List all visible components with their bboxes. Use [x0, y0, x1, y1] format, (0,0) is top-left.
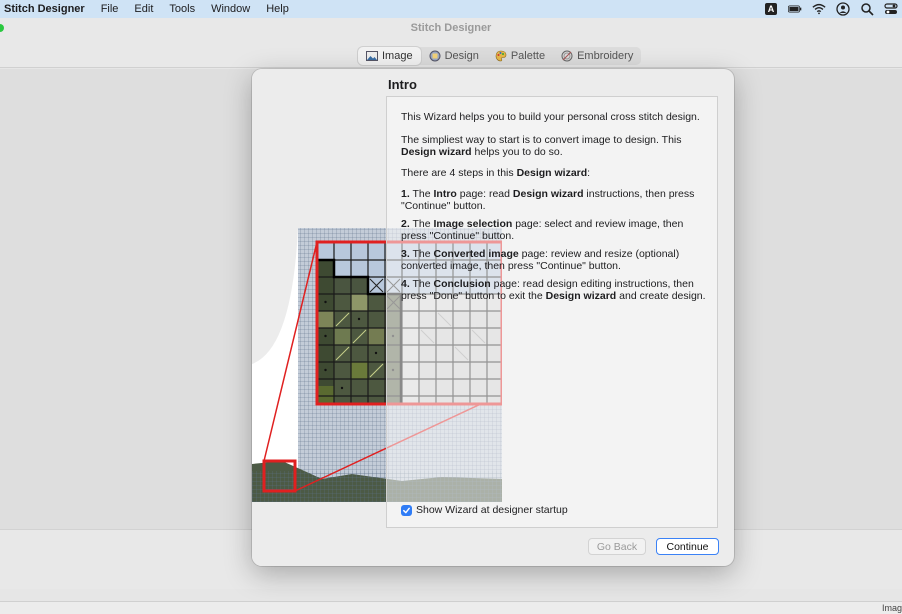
steps-intro-bold: Design wizard — [516, 167, 588, 179]
step-2-page: Image selection — [433, 218, 513, 230]
tab-palette[interactable]: Palette — [487, 47, 553, 65]
tab-palette-label: Palette — [510, 50, 546, 62]
menu-window[interactable]: Window — [203, 0, 258, 18]
step-1-pre: The — [409, 188, 434, 200]
intro-content-panel: This Wizard helps you to build your pers… — [386, 96, 718, 528]
battery-icon[interactable] — [788, 2, 802, 16]
continue-button[interactable]: Continue — [656, 538, 719, 555]
steps-intro-tail: : — [587, 167, 591, 179]
step-3: 3. The Converted image page: review and … — [401, 248, 707, 272]
step-1: 1. The Intro page: read Design wizard in… — [401, 188, 707, 212]
tab-embroidery[interactable]: Embroidery — [553, 47, 641, 65]
app-menu[interactable]: Stitch Designer — [2, 0, 93, 18]
search-icon[interactable] — [860, 2, 874, 16]
checkbox-checked-icon[interactable] — [401, 504, 412, 516]
design-wizard-dialog: Intro This Wizard helps you to build you… — [252, 69, 734, 566]
step-4: 4. The Conclusion page: read design edit… — [401, 278, 707, 302]
steps-intro: There are 4 steps in this Design wizard: — [401, 167, 707, 179]
title-bar: Stitch Designer Image Design Palette Emb… — [0, 18, 902, 68]
design-icon — [429, 50, 441, 62]
image-icon — [366, 50, 378, 62]
simpliest-tail: helps you to do so. — [471, 146, 563, 158]
status-text: Imag — [881, 603, 902, 613]
embroidery-icon — [561, 50, 573, 62]
simpliest-paragraph: The simpliest way to start is to convert… — [401, 134, 707, 158]
step-1-bold2: Design wizard — [512, 188, 584, 200]
show-wizard-label: Show Wizard at designer startup — [416, 504, 568, 516]
control-center-icon[interactable] — [884, 2, 898, 16]
menu-tools[interactable]: Tools — [161, 0, 203, 18]
simpliest-line: The simpliest way to start is to convert… — [401, 134, 682, 146]
intro-text: This Wizard helps you to build your pers… — [401, 111, 707, 308]
step-4-tail: and create design. — [616, 290, 706, 302]
show-wizard-checkbox[interactable]: Show Wizard at designer startup — [401, 504, 568, 516]
step-2-num: 2. — [401, 218, 410, 230]
wifi-icon[interactable] — [812, 2, 826, 16]
step-1-mid: page: read — [456, 188, 513, 200]
step-4-pre: The — [409, 278, 434, 290]
user-icon[interactable] — [836, 2, 850, 16]
step-2-pre: The — [409, 218, 434, 230]
step-4-bold2: Design wizard — [545, 290, 617, 302]
menu-edit[interactable]: Edit — [126, 0, 161, 18]
status-bar: Imag — [0, 601, 902, 614]
menu-bar: Stitch Designer File Edit Tools Window H… — [0, 0, 902, 18]
intro-line: This Wizard helps you to build your pers… — [401, 111, 700, 123]
input-source-label: A — [765, 3, 777, 15]
tab-embroidery-label: Embroidery — [577, 50, 634, 62]
step-3-page: Converted image — [433, 248, 519, 260]
menu-file[interactable]: File — [93, 0, 127, 18]
window-title: Stitch Designer — [410, 22, 492, 34]
tab-image[interactable]: Image — [358, 47, 421, 65]
tab-design[interactable]: Design — [421, 47, 487, 65]
page-title: Intro — [388, 77, 417, 92]
steps-intro-text: There are 4 steps in this — [401, 167, 517, 179]
status-area: A — [764, 0, 898, 18]
menu-help[interactable]: Help — [258, 0, 297, 18]
step-4-num: 4. — [401, 278, 410, 290]
step-4-page: Conclusion — [433, 278, 491, 290]
step-3-pre: The — [409, 248, 434, 260]
step-1-page: Intro — [433, 188, 457, 200]
simpliest-bold: Design wizard — [401, 146, 472, 158]
mode-tabs: Image Design Palette Embroidery — [358, 47, 642, 65]
step-2: 2. The Image selection page: select and … — [401, 218, 707, 242]
tab-image-label: Image — [382, 50, 413, 62]
step-1-num: 1. — [401, 188, 410, 200]
tab-design-label: Design — [444, 50, 479, 62]
step-3-num: 3. — [401, 248, 410, 260]
keyboard-input-icon[interactable]: A — [764, 2, 778, 16]
palette-icon — [495, 50, 507, 62]
go-back-button[interactable]: Go Back — [588, 538, 646, 555]
